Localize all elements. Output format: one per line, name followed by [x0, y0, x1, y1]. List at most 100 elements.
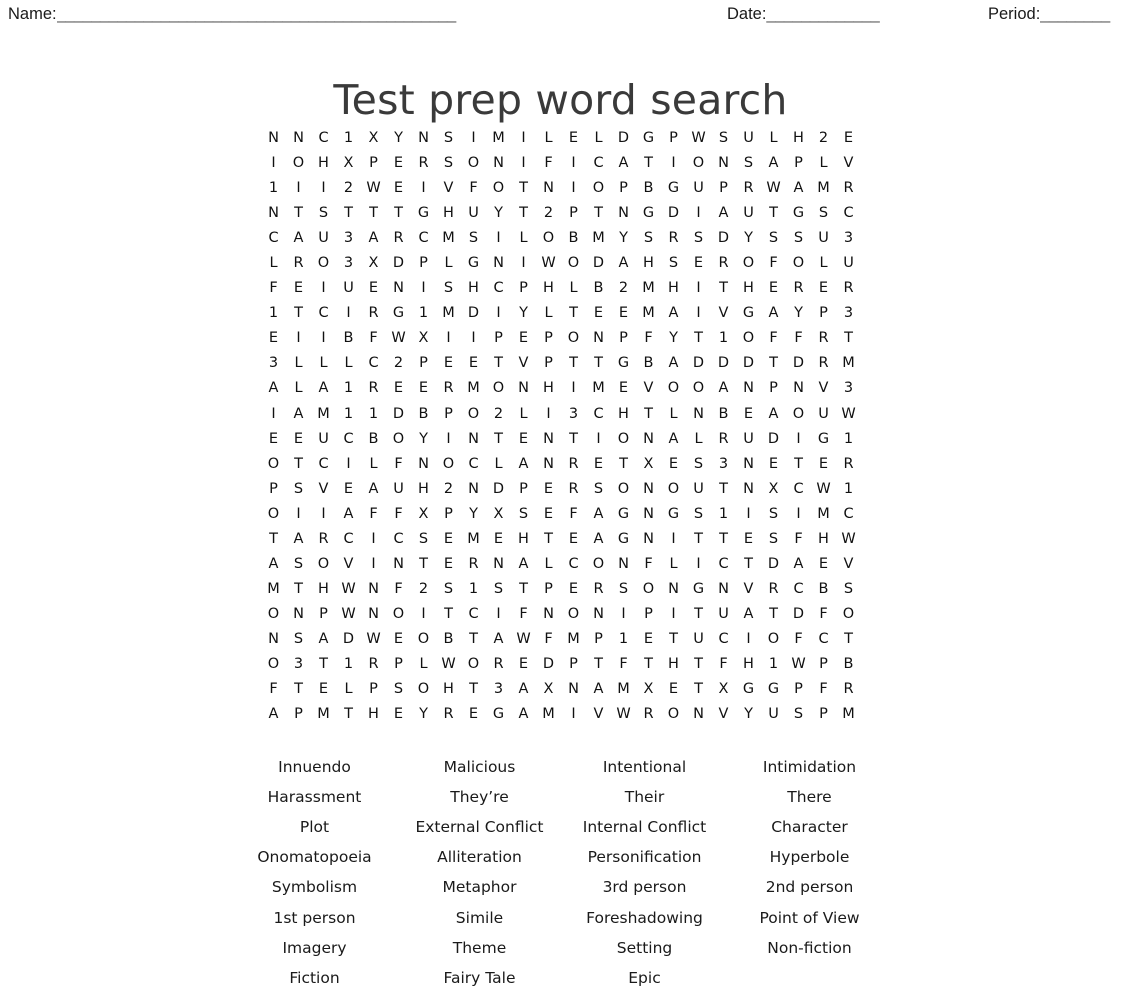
- grid-cell[interactable]: R: [436, 376, 461, 401]
- grid-cell[interactable]: H: [736, 652, 761, 677]
- grid-cell[interactable]: E: [611, 376, 636, 401]
- grid-cell[interactable]: N: [686, 402, 711, 427]
- grid-cell[interactable]: P: [561, 201, 586, 226]
- grid-cell[interactable]: A: [261, 376, 286, 401]
- grid-cell[interactable]: 1: [611, 627, 636, 652]
- grid-cell[interactable]: N: [786, 376, 811, 401]
- grid-cell[interactable]: H: [636, 251, 661, 276]
- grid-cell[interactable]: E: [811, 552, 836, 577]
- grid-cell[interactable]: S: [636, 226, 661, 251]
- grid-cell[interactable]: N: [711, 151, 736, 176]
- grid-cell[interactable]: V: [711, 702, 736, 727]
- grid-cell[interactable]: H: [536, 376, 561, 401]
- grid-cell[interactable]: N: [611, 201, 636, 226]
- grid-cell[interactable]: F: [386, 577, 411, 602]
- grid-cell[interactable]: L: [436, 251, 461, 276]
- grid-cell[interactable]: S: [286, 477, 311, 502]
- grid-cell[interactable]: S: [686, 226, 711, 251]
- grid-cell[interactable]: N: [536, 427, 561, 452]
- word-bank-item[interactable]: Innuendo: [232, 752, 397, 782]
- grid-cell[interactable]: I: [686, 201, 711, 226]
- word-bank-item[interactable]: Fairy Tale: [397, 963, 562, 993]
- grid-cell[interactable]: E: [561, 126, 586, 151]
- grid-cell[interactable]: C: [411, 226, 436, 251]
- grid-cell[interactable]: E: [536, 477, 561, 502]
- grid-cell[interactable]: C: [786, 477, 811, 502]
- name-write-line[interactable]: ________________________________________…: [57, 6, 462, 23]
- grid-cell[interactable]: T: [286, 452, 311, 477]
- grid-cell[interactable]: Y: [786, 301, 811, 326]
- grid-cell[interactable]: S: [761, 502, 786, 527]
- grid-cell[interactable]: C: [311, 301, 336, 326]
- grid-cell[interactable]: E: [536, 502, 561, 527]
- grid-cell[interactable]: E: [436, 552, 461, 577]
- grid-cell[interactable]: N: [536, 602, 561, 627]
- grid-cell[interactable]: S: [311, 201, 336, 226]
- grid-cell[interactable]: N: [261, 627, 286, 652]
- grid-cell[interactable]: 1: [336, 376, 361, 401]
- grid-cell[interactable]: A: [511, 552, 536, 577]
- word-bank-item[interactable]: Simile: [397, 903, 562, 933]
- grid-cell[interactable]: 3: [336, 251, 361, 276]
- grid-cell[interactable]: U: [736, 126, 761, 151]
- grid-cell[interactable]: R: [411, 151, 436, 176]
- grid-cell[interactable]: E: [736, 527, 761, 552]
- grid-cell[interactable]: L: [661, 402, 686, 427]
- grid-cell[interactable]: R: [836, 176, 861, 201]
- grid-cell[interactable]: P: [411, 351, 436, 376]
- grid-cell[interactable]: A: [711, 376, 736, 401]
- word-bank-item[interactable]: Internal Conflict: [562, 812, 727, 842]
- grid-cell[interactable]: I: [661, 602, 686, 627]
- grid-cell[interactable]: R: [286, 251, 311, 276]
- grid-cell[interactable]: U: [386, 477, 411, 502]
- grid-cell[interactable]: I: [511, 251, 536, 276]
- grid-cell[interactable]: S: [761, 226, 786, 251]
- grid-cell[interactable]: M: [536, 702, 561, 727]
- grid-cell[interactable]: U: [461, 201, 486, 226]
- grid-cell[interactable]: I: [286, 502, 311, 527]
- word-bank-item[interactable]: Their: [562, 782, 727, 812]
- grid-cell[interactable]: L: [411, 652, 436, 677]
- grid-cell[interactable]: D: [711, 226, 736, 251]
- grid-cell[interactable]: E: [736, 402, 761, 427]
- word-bank-item[interactable]: Imagery: [232, 933, 397, 963]
- grid-cell[interactable]: S: [836, 577, 861, 602]
- grid-cell[interactable]: 1: [836, 477, 861, 502]
- grid-cell[interactable]: E: [336, 477, 361, 502]
- grid-cell[interactable]: S: [436, 577, 461, 602]
- grid-cell[interactable]: I: [461, 326, 486, 351]
- grid-cell[interactable]: T: [311, 652, 336, 677]
- grid-cell[interactable]: V: [336, 552, 361, 577]
- grid-cell[interactable]: C: [311, 452, 336, 477]
- grid-cell[interactable]: Y: [511, 301, 536, 326]
- grid-cell[interactable]: O: [786, 251, 811, 276]
- grid-cell[interactable]: C: [461, 602, 486, 627]
- grid-cell[interactable]: O: [636, 577, 661, 602]
- grid-cell[interactable]: C: [586, 151, 611, 176]
- grid-cell[interactable]: L: [486, 452, 511, 477]
- grid-cell[interactable]: N: [736, 477, 761, 502]
- grid-cell[interactable]: B: [711, 402, 736, 427]
- grid-cell[interactable]: R: [836, 677, 861, 702]
- grid-cell[interactable]: X: [361, 251, 386, 276]
- grid-cell[interactable]: A: [261, 702, 286, 727]
- grid-cell[interactable]: D: [536, 652, 561, 677]
- grid-cell[interactable]: S: [586, 477, 611, 502]
- grid-cell[interactable]: E: [561, 527, 586, 552]
- grid-cell[interactable]: I: [261, 151, 286, 176]
- grid-cell[interactable]: C: [836, 201, 861, 226]
- grid-cell[interactable]: E: [511, 326, 536, 351]
- grid-cell[interactable]: I: [336, 301, 361, 326]
- grid-cell[interactable]: B: [436, 627, 461, 652]
- grid-cell[interactable]: A: [761, 301, 786, 326]
- grid-cell[interactable]: W: [436, 652, 461, 677]
- grid-cell[interactable]: O: [311, 552, 336, 577]
- grid-cell[interactable]: G: [611, 502, 636, 527]
- grid-cell[interactable]: I: [786, 427, 811, 452]
- grid-cell[interactable]: O: [386, 602, 411, 627]
- grid-cell[interactable]: N: [511, 376, 536, 401]
- grid-cell[interactable]: S: [286, 552, 311, 577]
- grid-cell[interactable]: N: [461, 477, 486, 502]
- grid-cell[interactable]: U: [686, 176, 711, 201]
- grid-cell[interactable]: O: [461, 652, 486, 677]
